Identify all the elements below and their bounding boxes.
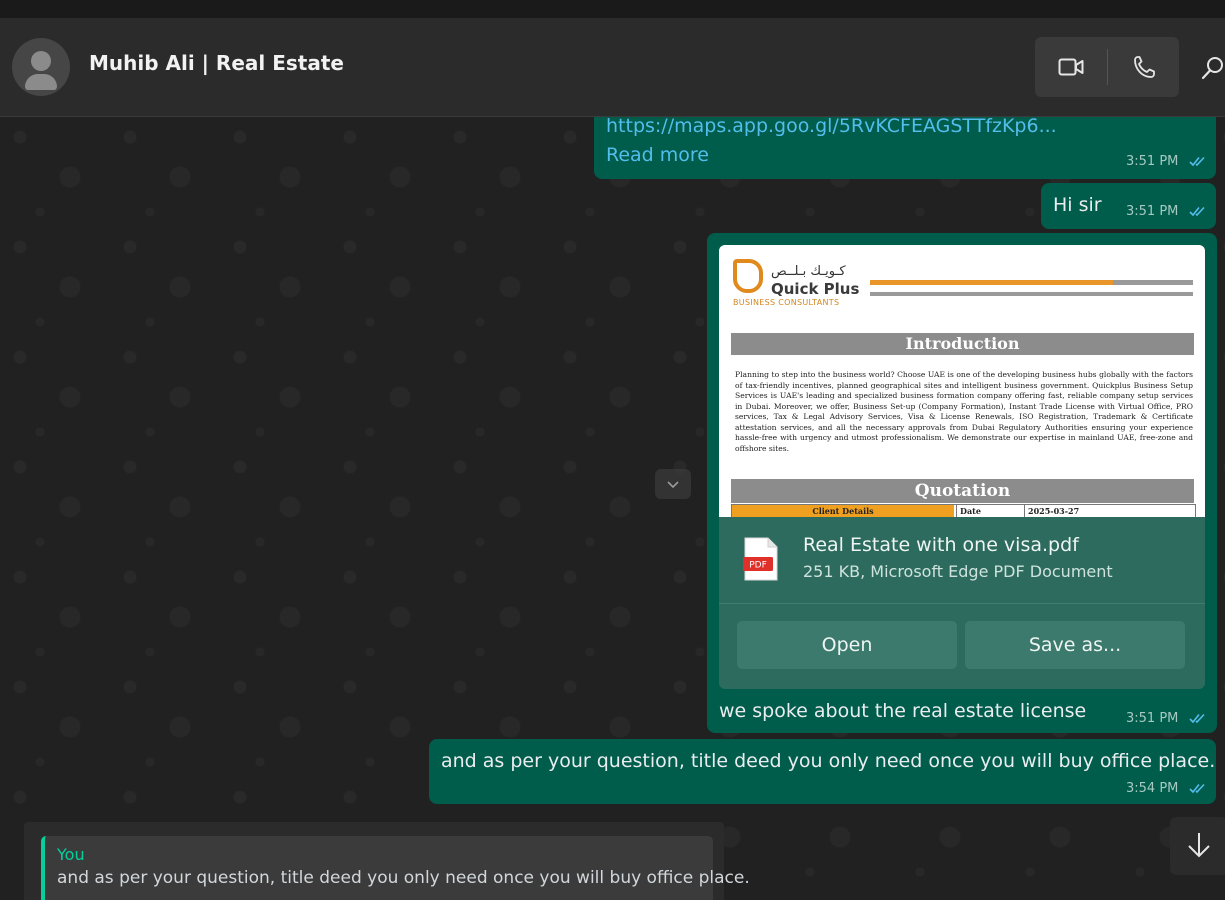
message-bubble[interactable]: Hi sir 3:51 PM bbox=[1041, 183, 1216, 229]
logo-text: Quick Plus bbox=[771, 280, 860, 298]
message-bubble[interactable]: and as per your question, title deed you… bbox=[429, 739, 1216, 804]
reply-preview[interactable]: You and as per your question, title deed… bbox=[41, 836, 750, 900]
quotation-heading: Quotation bbox=[731, 479, 1194, 503]
read-ticks-icon bbox=[1189, 713, 1205, 724]
pdf-file-icon: PDF bbox=[743, 537, 778, 581]
logo-arabic-text: كـويـك بـلــص bbox=[771, 264, 846, 279]
pdf-label: PDF bbox=[749, 561, 767, 571]
reply-text: and as per your question, title deed you… bbox=[57, 868, 750, 888]
voice-call-icon bbox=[1133, 56, 1155, 78]
composer-area: You and as per your question, title deed… bbox=[24, 822, 750, 900]
message-time: 3:51 PM bbox=[1126, 204, 1179, 219]
file-info-row[interactable]: PDF Real Estate with one visa.pdf 251 KB… bbox=[719, 517, 1205, 603]
message-time: 3:51 PM bbox=[1126, 711, 1179, 726]
message-link[interactable]: https://maps.app.goo.gl/5RvKCFEAGSTTfzKp… bbox=[606, 117, 1057, 137]
quickplus-logo-icon bbox=[733, 259, 763, 293]
logo-subtitle: BUSINESS CONSULTANTS bbox=[733, 298, 840, 307]
document-message-bubble[interactable]: كـويـك بـلــص Quick Plus BUSINESS CONSUL… bbox=[707, 233, 1217, 733]
chat-messages-area[interactable]: https://maps.app.goo.gl/5RvKCFEAGSTTfzKp… bbox=[0, 117, 1225, 900]
arrow-down-icon bbox=[1188, 833, 1210, 858]
message-time: 3:54 PM bbox=[1126, 781, 1179, 796]
intro-paragraph: Planning to step into the business world… bbox=[735, 370, 1193, 453]
save-as-button[interactable]: Save as... bbox=[965, 621, 1185, 669]
search-button[interactable] bbox=[1198, 52, 1225, 84]
header-rule bbox=[870, 280, 1113, 285]
client-details-cell: Client Details bbox=[732, 505, 954, 517]
message-caption: we spoke about the real estate license bbox=[719, 700, 1087, 722]
chevron-down-icon bbox=[667, 481, 679, 489]
message-bubble[interactable]: https://maps.app.goo.gl/5RvKCFEAGSTTfzKp… bbox=[594, 117, 1216, 179]
intro-heading: Introduction bbox=[731, 333, 1194, 355]
document-card[interactable]: كـويـك بـلــص Quick Plus BUSINESS CONSUL… bbox=[719, 245, 1205, 689]
message-options-chevron[interactable] bbox=[655, 469, 691, 499]
chat-header: Muhib Ali | Real Estate bbox=[0, 18, 1225, 117]
call-buttons-group bbox=[1035, 37, 1179, 97]
message-text: Hi sir bbox=[1053, 194, 1102, 216]
header-rule bbox=[870, 292, 1193, 296]
video-call-button[interactable] bbox=[1035, 37, 1107, 97]
voice-call-button[interactable] bbox=[1108, 37, 1179, 97]
video-call-icon bbox=[1058, 58, 1084, 76]
contact-name[interactable]: Muhib Ali | Real Estate bbox=[89, 51, 344, 75]
window-top-strip bbox=[0, 0, 1225, 18]
quotation-table: Client Details Date 2025-03-27 bbox=[731, 504, 1196, 517]
file-name: Real Estate with one visa.pdf bbox=[803, 534, 1079, 556]
header-rule bbox=[1113, 280, 1193, 285]
search-icon bbox=[1201, 57, 1223, 80]
document-preview[interactable]: كـويـك بـلــص Quick Plus BUSINESS CONSUL… bbox=[719, 245, 1205, 517]
read-ticks-icon bbox=[1189, 206, 1205, 217]
avatar-icon[interactable] bbox=[12, 38, 70, 96]
file-separator bbox=[719, 603, 1205, 604]
reply-author: You bbox=[57, 845, 85, 864]
read-ticks-icon bbox=[1189, 783, 1205, 794]
file-meta: 251 KB, Microsoft Edge PDF Document bbox=[803, 562, 1113, 581]
message-text: and as per your question, title deed you… bbox=[441, 750, 1216, 772]
date-label-cell: Date bbox=[956, 505, 1026, 517]
message-time: 3:51 PM bbox=[1126, 154, 1179, 169]
open-button[interactable]: Open bbox=[737, 621, 957, 669]
date-value-cell: 2025-03-27 bbox=[1024, 505, 1198, 517]
scroll-to-bottom-button[interactable] bbox=[1170, 817, 1225, 875]
read-more-link[interactable]: Read more bbox=[606, 144, 709, 166]
read-ticks-icon bbox=[1189, 156, 1205, 167]
